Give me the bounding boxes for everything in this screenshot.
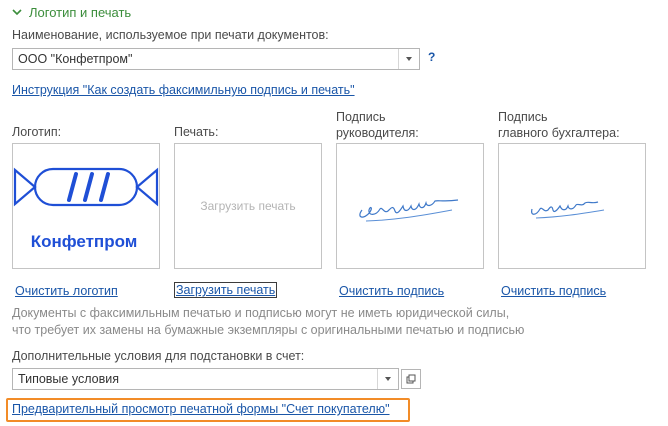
director-label-line1: Подпись — [336, 110, 386, 124]
director-signature-frame[interactable] — [336, 143, 484, 269]
accountant-label-line1: Подпись — [498, 110, 548, 124]
accountant-signature-image — [531, 201, 605, 219]
dropdown-arrow-icon — [406, 57, 412, 61]
open-window-icon — [406, 374, 416, 384]
name-select-dropdown-button[interactable] — [398, 49, 419, 69]
director-signature-label: Подпись руководителя: — [336, 109, 419, 141]
accountant-label-line2: главного бухгалтера: — [498, 126, 620, 140]
conditions-select-dropdown-button[interactable] — [377, 369, 398, 389]
legal-warning-line2: что требует их замены на бумажные экземп… — [12, 323, 525, 337]
chevron-down-icon — [12, 9, 22, 16]
help-icon[interactable]: ? — [428, 50, 435, 64]
clear-director-signature-link[interactable]: Очистить подпись — [339, 284, 444, 298]
accountant-signature-label: Подпись главного бухгалтера: — [498, 109, 620, 141]
open-conditions-button[interactable] — [401, 369, 421, 389]
preview-print-form-link[interactable]: Предварительный просмотр печатной формы … — [12, 402, 390, 416]
director-label-line2: руководителя: — [336, 126, 419, 140]
stamp-image-frame[interactable]: Загрузить печать — [174, 143, 322, 269]
dropdown-arrow-icon — [385, 377, 391, 381]
accountant-signature-frame[interactable] — [498, 143, 646, 269]
conditions-select-value: Типовые условия — [18, 372, 119, 386]
conditions-select[interactable]: Типовые условия — [12, 368, 399, 390]
director-signature-image — [359, 199, 459, 222]
clear-accountant-signature-link[interactable]: Очистить подпись — [501, 284, 606, 298]
stamp-label: Печать: — [174, 125, 219, 139]
name-field-label: Наименование, используемое при печати до… — [12, 28, 329, 42]
legal-warning-note: Документы с факсимильным печатью и подпи… — [12, 305, 524, 339]
logo-text: Конфетпром — [31, 232, 138, 251]
legal-warning-line1: Документы с факсимильным печатью и подпи… — [12, 306, 510, 320]
logo-label: Логотип: — [12, 125, 62, 139]
logo-image-frame[interactable]: Конфетпром — [12, 143, 160, 269]
name-select[interactable]: ООО "Конфетпром" — [12, 48, 420, 70]
stamp-placeholder: Загрузить печать — [200, 199, 296, 213]
name-select-value: ООО "Конфетпром" — [18, 52, 133, 66]
instruction-link[interactable]: Инструкция "Как создать факсимильную под… — [12, 83, 355, 97]
clear-logo-link[interactable]: Очистить логотип — [15, 284, 118, 298]
candy-logo-image: Конфетпром — [13, 167, 159, 251]
section-toggle-logo-stamp[interactable]: Логотип и печать — [12, 5, 131, 20]
section-title: Логотип и печать — [29, 5, 132, 20]
load-stamp-link[interactable]: Загрузить печать — [174, 282, 278, 298]
conditions-field-label: Дополнительные условия для подстановки в… — [12, 349, 305, 363]
